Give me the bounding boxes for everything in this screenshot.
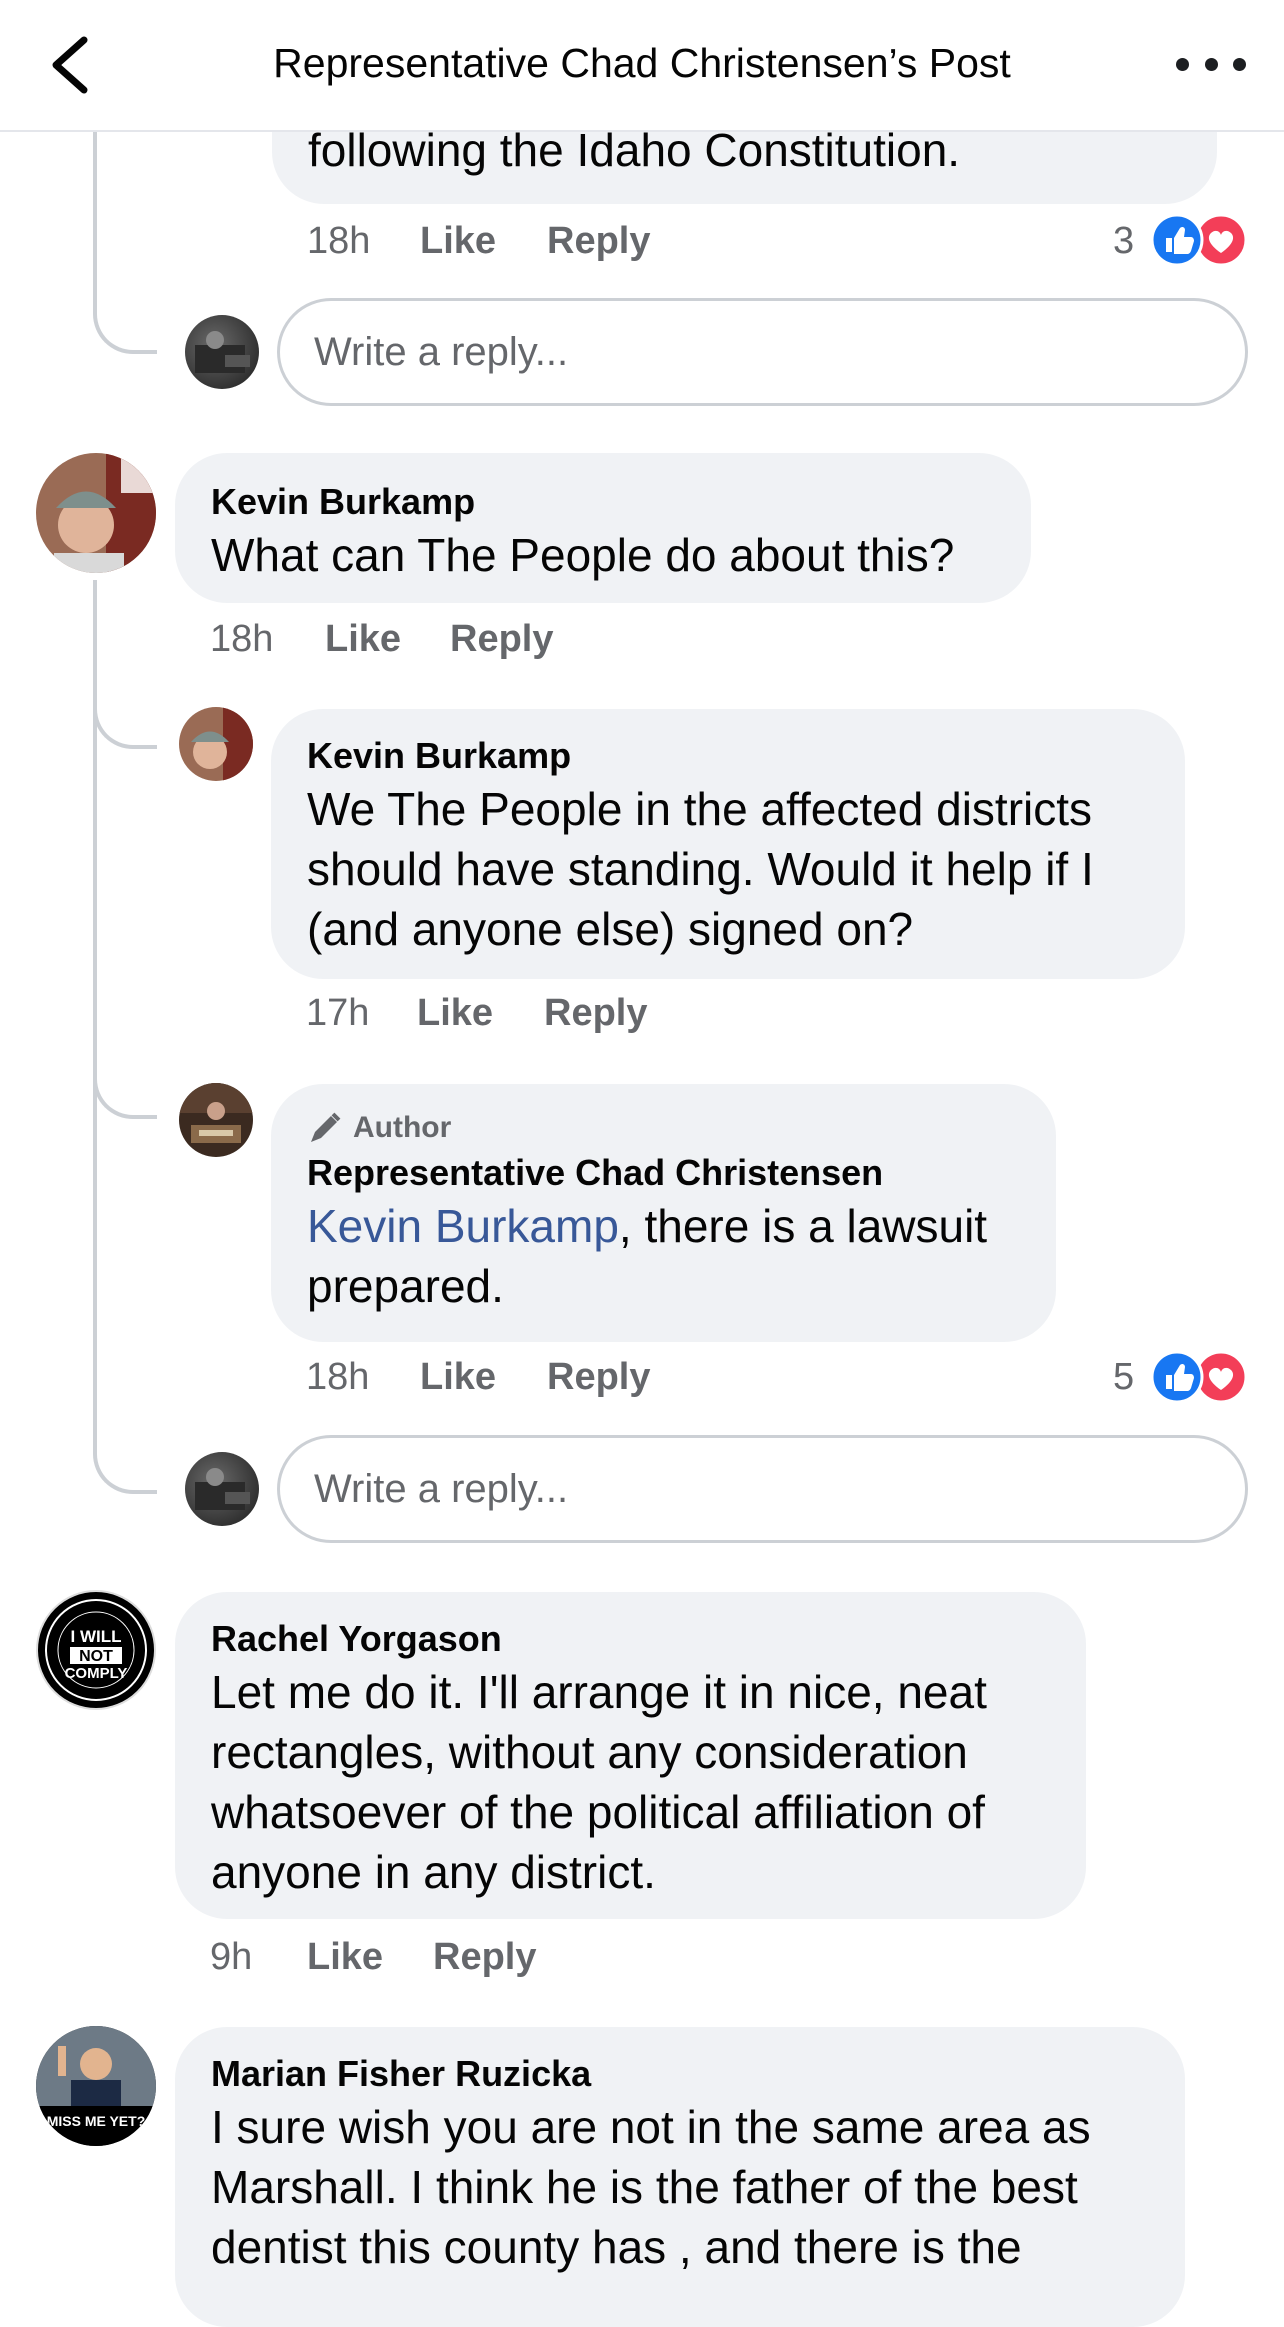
pencil-icon <box>311 1112 341 1142</box>
reply-link[interactable]: Reply <box>544 992 647 1035</box>
avatar-text-line1: I WILL <box>71 1627 122 1646</box>
like-reaction-icon <box>1150 213 1204 267</box>
like-reaction-icon <box>1150 1350 1204 1404</box>
reactions[interactable] <box>1150 213 1248 267</box>
thread-connector <box>93 690 157 749</box>
comment-time: 9h <box>210 1936 253 1978</box>
user-avatar[interactable] <box>179 1083 253 1157</box>
avatar-text-line3: COMPLY <box>65 1665 128 1682</box>
comment-text: We The People in the affected districts … <box>307 783 1094 955</box>
comment-time: 18h <box>307 220 371 262</box>
reply-link[interactable]: Reply <box>547 1356 650 1399</box>
comment-time: 18h <box>210 618 274 660</box>
reply-link[interactable]: Reply <box>547 220 650 263</box>
reactions[interactable] <box>1150 1350 1248 1404</box>
comment-author[interactable]: Marian Fisher Ruzicka <box>211 2053 1149 2095</box>
page-title: Representative Chad Christensen’s Post <box>273 40 1011 86</box>
thread-connector <box>93 1060 157 1119</box>
reaction-count: 5 <box>1113 1356 1135 1398</box>
comment-text: I sure wish you are not in the same area… <box>211 2101 1091 2273</box>
like-link[interactable]: Like <box>417 992 493 1035</box>
avatar-text: MISS ME YET? <box>47 2113 146 2129</box>
comment-text: Kevin Burkamp, there is a lawsuit prepar… <box>307 1196 1020 1316</box>
comment-time: 17h <box>306 992 370 1034</box>
comment-bubble[interactable]: Kevin Burkamp What can The People do abo… <box>175 453 1031 603</box>
top-nav-bar: Representative Chad Christensen’s Post <box>0 0 1284 132</box>
comment-author[interactable]: Kevin Burkamp <box>307 735 1149 777</box>
comment-author[interactable]: Rachel Yorgason <box>211 1618 1050 1660</box>
comment-text: What can The People do about this? <box>211 529 955 581</box>
more-icon[interactable] <box>1176 44 1246 84</box>
reply-input[interactable]: Write a reply... <box>277 298 1248 406</box>
comment-bubble[interactable]: Kevin Burkamp We The People in the affec… <box>271 709 1185 979</box>
reply-link[interactable]: Reply <box>450 618 553 661</box>
mention-link[interactable]: Kevin Burkamp <box>307 1200 619 1252</box>
user-avatar[interactable]: I WILL NOT COMPLY <box>36 1590 156 1710</box>
reaction-count: 3 <box>1113 220 1135 262</box>
reply-link[interactable]: Reply <box>433 1936 536 1979</box>
like-link[interactable]: Like <box>325 618 401 661</box>
user-avatar[interactable]: MISS ME YET? <box>36 2026 156 2146</box>
like-link[interactable]: Like <box>420 220 496 263</box>
comment-bubble[interactable]: Author Representative Chad Christensen K… <box>271 1084 1056 1342</box>
thread-connector <box>93 290 157 354</box>
comment-author[interactable]: Kevin Burkamp <box>211 481 995 523</box>
author-badge: Author <box>307 1110 1020 1146</box>
comment-time: 18h <box>306 1356 370 1398</box>
user-avatar[interactable] <box>36 453 156 573</box>
user-avatar[interactable] <box>185 315 259 389</box>
comment-text: Let me do it. I'll arrange it in nice, n… <box>211 1666 987 1898</box>
user-avatar[interactable] <box>179 707 253 781</box>
thread-connector <box>93 1420 157 1494</box>
avatar-text-line2: NOT <box>79 1648 113 1665</box>
thread-line <box>93 130 97 310</box>
comment-bubble[interactable]: Rachel Yorgason Let me do it. I'll arran… <box>175 1592 1086 1919</box>
comment-bubble[interactable]: Marian Fisher Ruzicka I sure wish you ar… <box>175 2027 1185 2327</box>
user-avatar[interactable] <box>185 1452 259 1526</box>
comment-author[interactable]: Representative Chad Christensen <box>307 1152 1020 1194</box>
author-badge-label: Author <box>353 1111 452 1144</box>
reply-input[interactable]: Write a reply... <box>277 1435 1248 1543</box>
like-link[interactable]: Like <box>307 1936 383 1979</box>
like-link[interactable]: Like <box>420 1356 496 1399</box>
